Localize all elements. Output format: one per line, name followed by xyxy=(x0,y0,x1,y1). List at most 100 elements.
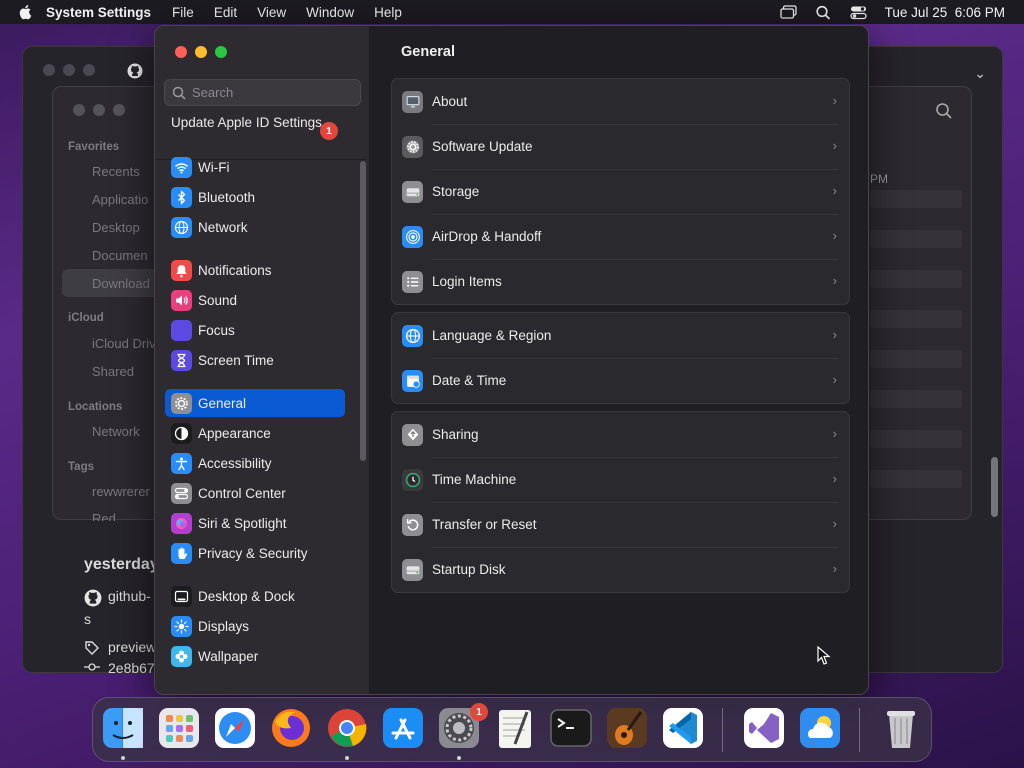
sidebar-item-appearance[interactable]: Appearance xyxy=(165,419,345,447)
sidebar-item-label: Network xyxy=(198,219,248,235)
finder-sidebar-item[interactable]: Recents xyxy=(92,164,140,179)
finder-sidebar-item[interactable]: Download xyxy=(92,276,150,291)
switches-icon xyxy=(174,487,189,499)
finder-sidebar-item[interactable]: Documen xyxy=(92,248,148,263)
sidebar-item-wallpaper[interactable]: Wallpaper xyxy=(165,642,345,670)
menu-window[interactable]: Window xyxy=(306,5,354,20)
sidebar-item-focus[interactable]: Focus xyxy=(165,316,345,344)
settings-row-time-machine[interactable]: Time Machine › xyxy=(392,457,849,502)
app-menu[interactable]: System Settings xyxy=(46,5,151,20)
sidebar-icon xyxy=(171,186,192,208)
finder-sidebar-item[interactable]: Red xyxy=(92,511,116,521)
close-button[interactable] xyxy=(175,46,187,58)
finder-sidebar-item[interactable]: Desktop xyxy=(92,220,140,235)
sidebar-item-general[interactable]: General xyxy=(165,389,345,417)
sidebar-item-label: Wi-Fi xyxy=(198,159,230,175)
settings-row-storage[interactable]: Storage › xyxy=(392,169,849,214)
row-icon xyxy=(402,369,423,392)
finder-section-header: Tags xyxy=(68,461,94,473)
sidebar-item-wi-fi[interactable]: Wi-Fi xyxy=(165,153,345,181)
mouse-cursor xyxy=(817,646,831,665)
settings-row-date-time[interactable]: Date & Time › xyxy=(392,358,849,403)
dock-weather[interactable] xyxy=(798,706,842,750)
dock-visual-studio[interactable] xyxy=(742,706,786,750)
sidebar-item-accessibility[interactable]: Accessibility xyxy=(165,449,345,477)
finder-section-header: Locations xyxy=(68,401,123,413)
appearance-icon xyxy=(174,426,189,440)
dock-app-store[interactable] xyxy=(381,706,425,750)
vs-code-icon xyxy=(663,708,703,748)
sidebar-item-displays[interactable]: Displays xyxy=(165,612,345,640)
settings-row-airdrop-handoff[interactable]: AirDrop & Handoff › xyxy=(392,214,849,259)
sidebar-item-privacy-security[interactable]: Privacy & Security xyxy=(165,539,345,567)
menu-view[interactable]: View xyxy=(257,5,286,20)
search-field[interactable] xyxy=(164,79,361,106)
dock-vs-code[interactable] xyxy=(661,706,705,750)
dock-firefox[interactable] xyxy=(269,706,313,750)
menu-help[interactable]: Help xyxy=(374,5,402,20)
sidebar-item-bluetooth[interactable]: Bluetooth xyxy=(165,183,345,211)
finder-sidebar-item[interactable]: Shared xyxy=(92,364,134,379)
settings-row-language-region[interactable]: Language & Region › xyxy=(392,313,849,358)
finder-sidebar-item[interactable]: Applicatio xyxy=(92,192,148,207)
control-center-icon[interactable] xyxy=(850,5,867,20)
finder-sidebar-item[interactable]: rewwrerer xyxy=(92,484,150,499)
minimize-button[interactable] xyxy=(195,46,207,58)
window-dot xyxy=(63,64,75,76)
search-icon[interactable] xyxy=(935,102,953,120)
dock-finder[interactable] xyxy=(101,706,145,750)
siri-icon xyxy=(176,517,187,529)
menu-bar: System Settings File Edit View Window He… xyxy=(0,0,1024,24)
settings-row-login-items[interactable]: Login Items › xyxy=(392,259,849,304)
screen-mirroring-icon[interactable] xyxy=(780,4,797,20)
dock-chrome[interactable] xyxy=(325,706,369,750)
chevron-right-icon: › xyxy=(832,138,837,153)
sidebar-item-notifications[interactable]: Notifications xyxy=(165,256,345,284)
bg-text: PM xyxy=(870,172,888,186)
globe-icon xyxy=(174,220,189,234)
bg-text: 2e8b67 xyxy=(108,660,155,673)
sidebar-item-desktop-dock[interactable]: Desktop & Dock xyxy=(165,582,345,610)
settings-row-software-update[interactable]: Software Update › xyxy=(392,124,849,169)
dock-trash[interactable] xyxy=(879,706,923,750)
settings-row-transfer-or-reset[interactable]: Transfer or Reset › xyxy=(392,502,849,547)
settings-row-startup-disk[interactable]: Startup Disk › xyxy=(392,547,849,592)
menu-file[interactable]: File xyxy=(172,5,194,20)
sidebar-item-sound[interactable]: Sound xyxy=(165,286,345,314)
reset-icon xyxy=(406,518,418,530)
sidebar-item-label: Displays xyxy=(198,618,250,634)
sidebar-item-network[interactable]: Network xyxy=(165,213,345,241)
moon-icon xyxy=(176,324,185,336)
menu-bar-clock[interactable]: Tue Jul 25 6:06 PM xyxy=(885,5,1005,20)
chevron-right-icon: › xyxy=(832,228,837,243)
running-indicator xyxy=(457,756,461,760)
garageband-icon xyxy=(607,708,647,748)
dock-terminal[interactable] xyxy=(549,706,593,750)
scrollbar-thumb[interactable] xyxy=(991,457,998,517)
sidebar-item-screen-time[interactable]: Screen Time xyxy=(165,346,345,374)
settings-row-about[interactable]: About › xyxy=(392,79,849,124)
running-indicator xyxy=(121,756,125,760)
dock-garageband[interactable] xyxy=(605,706,649,750)
sidebar-scrollbar[interactable] xyxy=(360,161,366,461)
chevron-down-icon[interactable]: ⌄ xyxy=(974,65,986,82)
row-icon xyxy=(402,324,423,347)
chevron-right-icon: › xyxy=(832,183,837,198)
search-icon[interactable] xyxy=(815,5,832,20)
sidebar-item-siri-spotlight[interactable]: Siri & Spotlight xyxy=(165,509,345,537)
apple-icon[interactable] xyxy=(18,4,34,20)
sidebar-item-control-center[interactable]: Control Center xyxy=(165,479,345,507)
search-input[interactable] xyxy=(192,85,352,100)
chevron-right-icon: › xyxy=(832,273,837,288)
dock-textedit[interactable] xyxy=(493,706,537,750)
safari-icon xyxy=(215,708,255,748)
sidebar-icon xyxy=(171,645,192,667)
zoom-button[interactable] xyxy=(215,46,227,58)
dock-safari[interactable] xyxy=(213,706,257,750)
menu-edit[interactable]: Edit xyxy=(214,5,237,20)
finder-sidebar-item[interactable]: Network xyxy=(92,424,140,439)
settings-row-sharing[interactable]: Sharing › xyxy=(392,412,849,457)
dock-launchpad[interactable] xyxy=(157,706,201,750)
finder-sidebar-item[interactable]: iCloud Driv xyxy=(92,336,156,351)
running-indicator xyxy=(345,756,349,760)
